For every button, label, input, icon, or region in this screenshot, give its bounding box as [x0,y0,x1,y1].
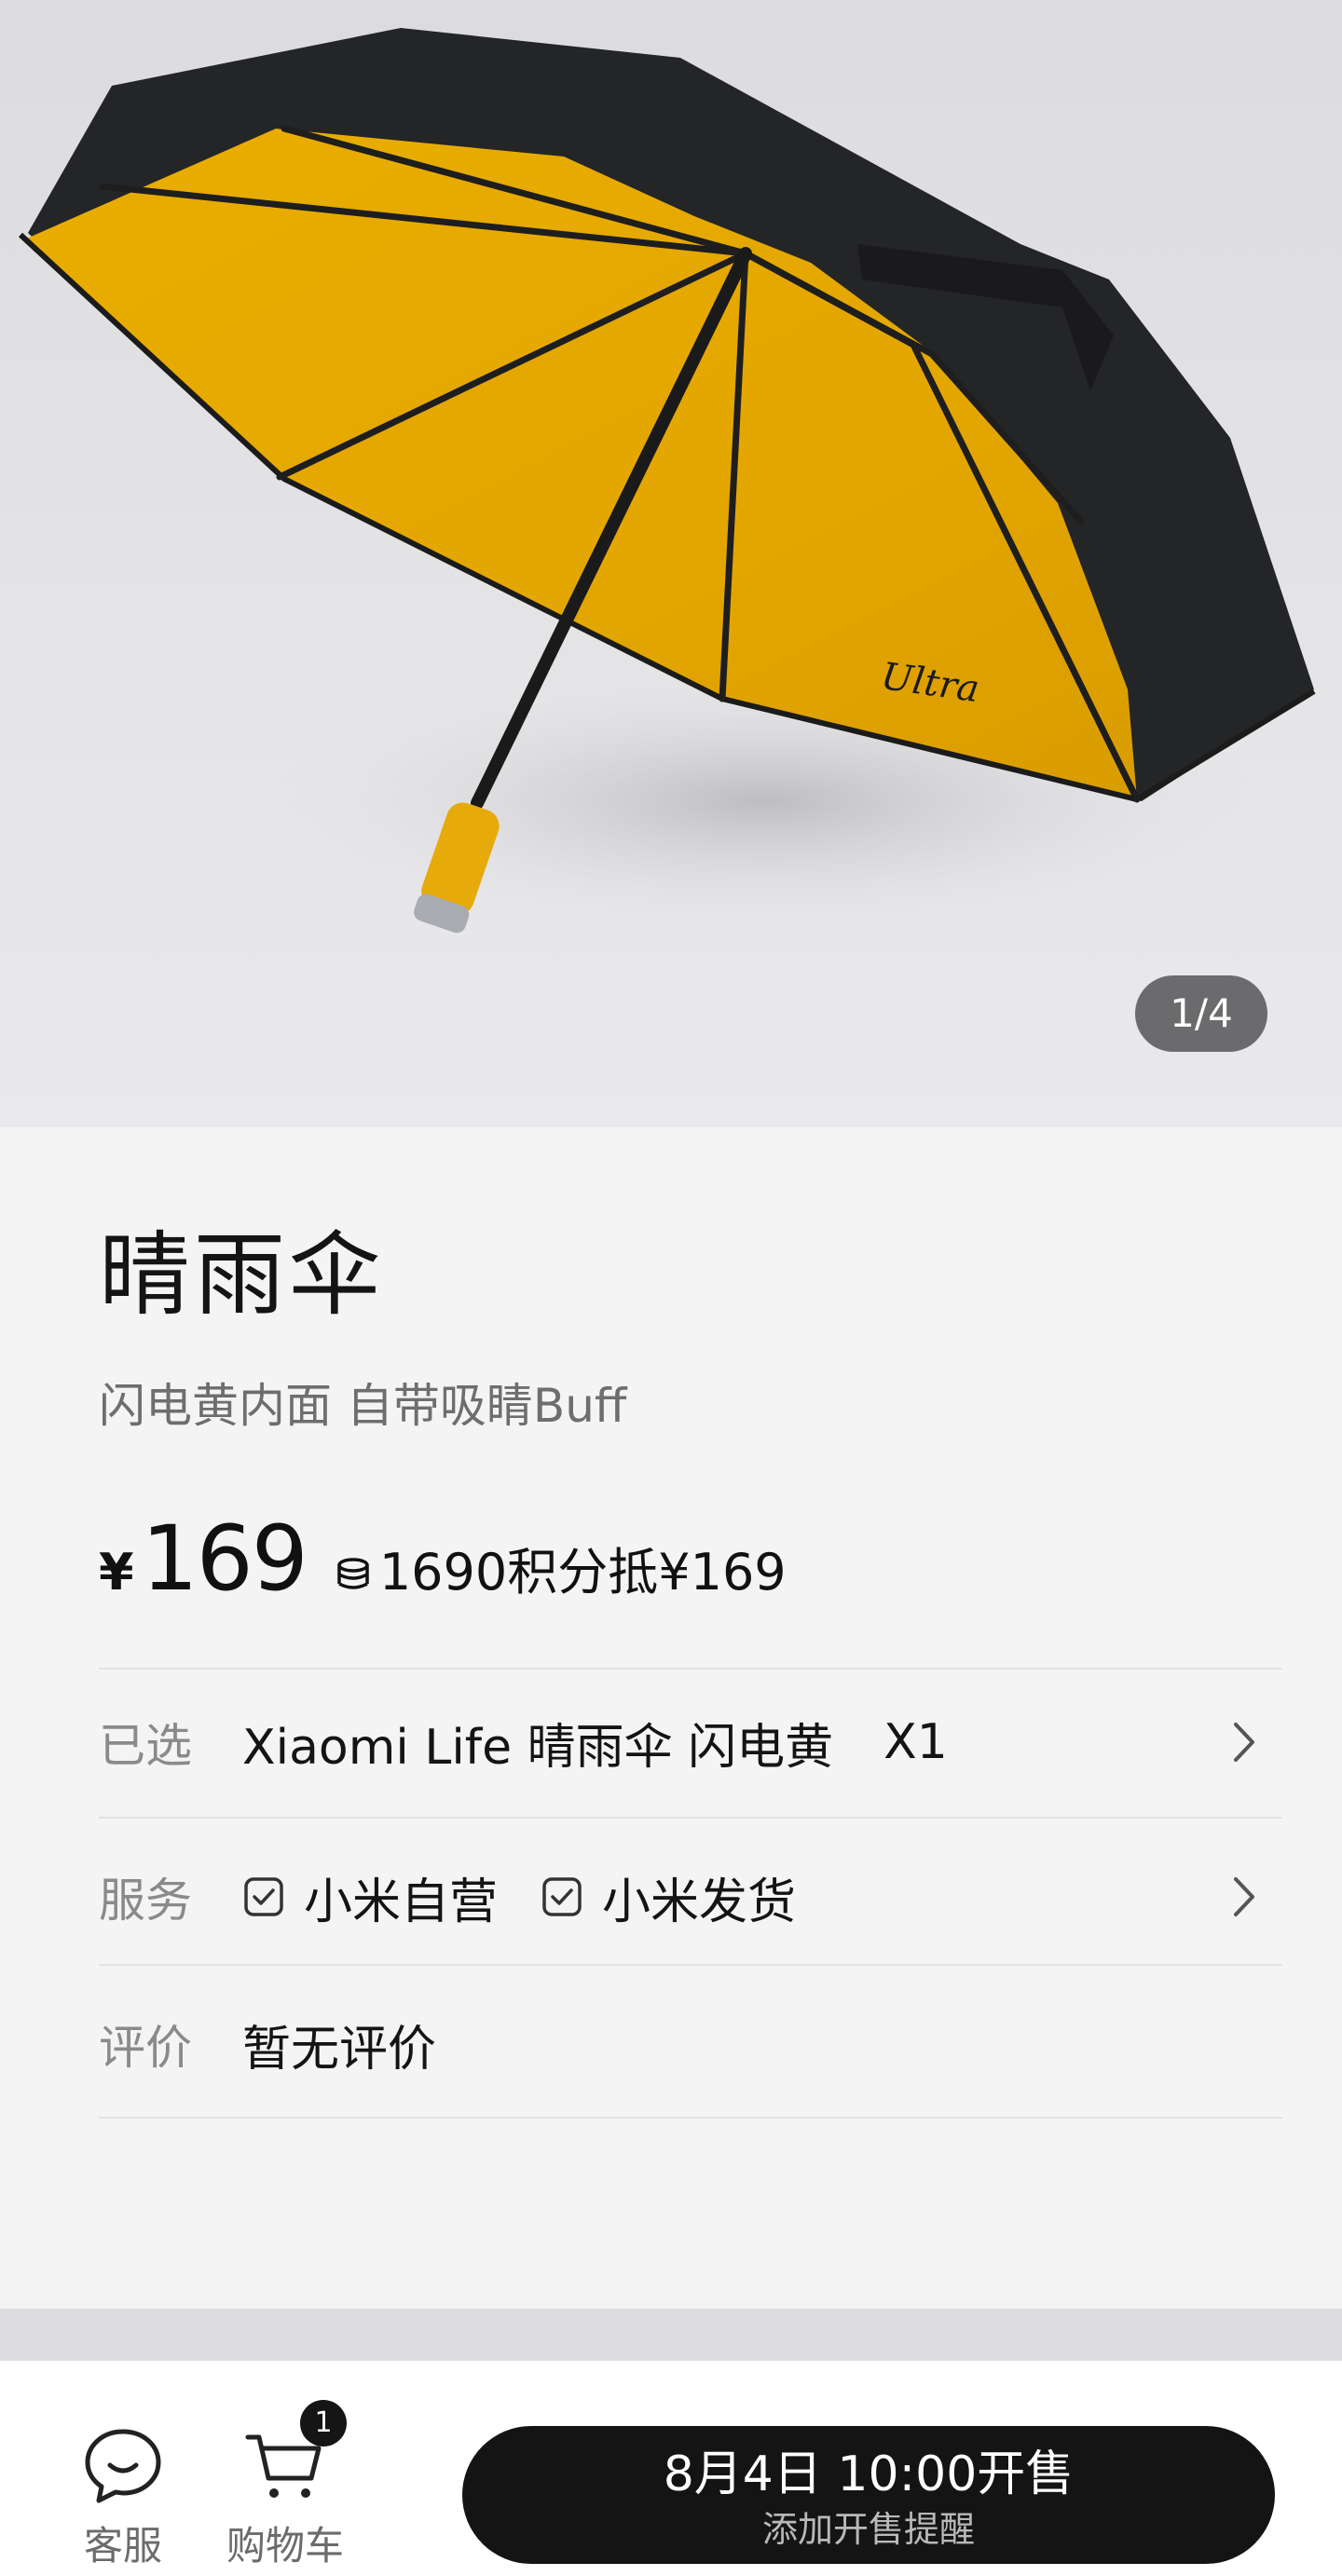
service-item-label: 小米发货 [602,1874,797,1930]
selected-spec-value: Xiaomi Life 晴雨伞 闪电黄 [242,1719,834,1776]
selected-label: 已选 [99,1719,192,1773]
selected-spec-row[interactable]: 已选 Xiaomi Life 晴雨伞 闪电黄 X1 [99,1670,1282,1815]
umbrella-image: Ultra [18,28,1316,941]
image-page-indicator: 1/4 [1135,975,1267,1052]
divider [99,1964,1282,1966]
chevron-right-icon [1234,1877,1254,1916]
cart-count-badge: 1 [300,2400,347,2447]
review-row[interactable]: 评价 暂无评价 [99,1971,1282,2117]
check-square-icon [244,1877,283,1916]
cart-button[interactable]: 1 购物车 [211,2361,360,2576]
sale-reminder-text: 添加开售提醒 [761,2509,975,2550]
service-row[interactable]: 服务 小米自营 小米发货 [99,1824,1282,1969]
review-label: 评价 [99,2021,192,2075]
service-label: 服务 [99,1874,192,1928]
sale-reminder-button[interactable]: 8月4日 10:00开售 添加开售提醒 [462,2426,1275,2564]
product-subtitle: 闪电黄内面 自带吸睛Buff [99,1379,627,1433]
coin-stack-icon [337,1558,369,1589]
sale-time-text: 8月4日 10:00开售 [663,2447,1075,2502]
service-item: 小米自营 [242,1862,498,1932]
review-value: 暂无评价 [242,2021,437,2078]
chat-bubble-icon [85,2429,161,2503]
check-square-icon [542,1877,582,1916]
currency-symbol: ¥ [99,1543,134,1601]
service-item-label: 小米自营 [304,1874,499,1930]
service-item: 小米发货 [541,1862,796,1932]
product-price: 169 [141,1506,308,1611]
section-separator [0,2309,1342,2361]
product-title: 晴雨伞 [99,1222,385,1329]
selected-quantity: X1 [883,1714,948,1770]
divider [99,1817,1282,1819]
customer-service-button[interactable]: 客服 [48,2361,198,2576]
customer-service-label: 客服 [83,2523,162,2569]
divider [99,2117,1282,2119]
product-image-gallery[interactable]: Ultra 1/4 [0,0,1342,1127]
points-offset-text: 1690积分抵¥169 [378,1543,787,1601]
points-offset: 1690积分抵¥169 [335,1531,787,1604]
chevron-right-icon [1234,1723,1254,1762]
price-row: ¥ 169 1690积分抵¥169 [99,1514,787,1607]
cart-label: 购物车 [226,2523,344,2569]
